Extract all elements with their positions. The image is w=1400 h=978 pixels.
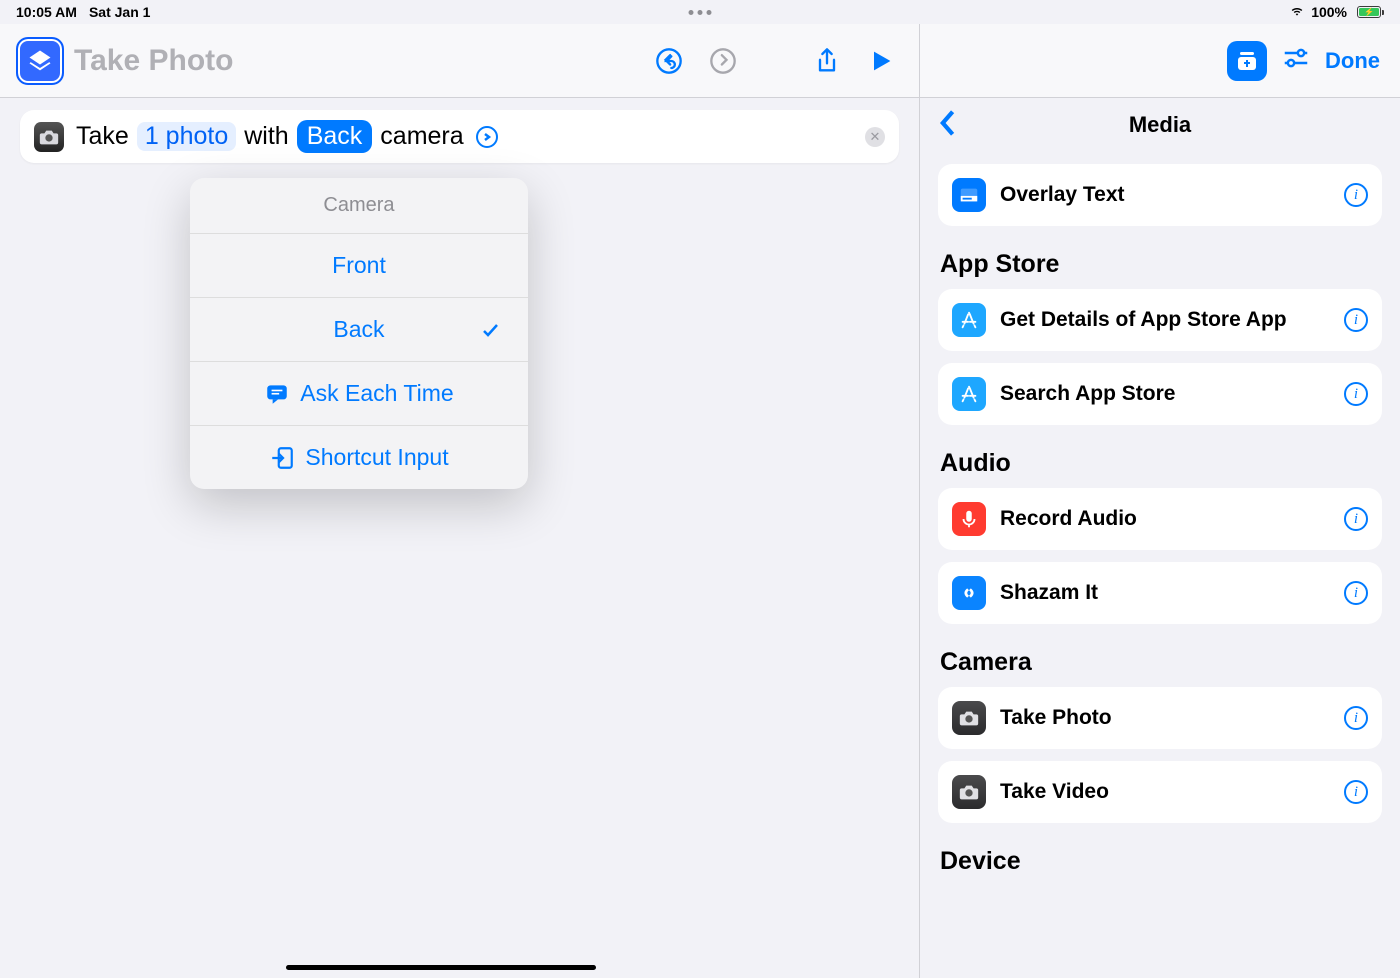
mic-icon bbox=[952, 502, 986, 536]
shortcut-input-option[interactable]: Shortcut Input bbox=[190, 425, 528, 489]
redo-button bbox=[701, 39, 745, 83]
camera-icon bbox=[34, 122, 64, 152]
appstore-icon bbox=[952, 377, 986, 411]
action-label: Record Audio bbox=[1000, 506, 1330, 531]
action-label: Shazam It bbox=[1000, 580, 1330, 605]
action-row[interactable]: Get Details of App Store App i bbox=[938, 289, 1382, 351]
info-button[interactable]: i bbox=[1344, 507, 1368, 531]
wifi-icon bbox=[1289, 4, 1305, 20]
main-toolbar: Take Photo bbox=[0, 24, 919, 98]
action-row[interactable]: Shazam It i bbox=[938, 562, 1382, 624]
action-label: Take Photo bbox=[1000, 705, 1330, 730]
done-button[interactable]: Done bbox=[1325, 48, 1380, 74]
camera-icon bbox=[952, 701, 986, 735]
section-title: App Store bbox=[938, 250, 1382, 279]
appstore-icon bbox=[952, 303, 986, 337]
shortcut-app-icon[interactable] bbox=[16, 37, 64, 85]
action-label: Take Video bbox=[1000, 779, 1330, 804]
section-title: Camera bbox=[938, 648, 1382, 677]
action-label: Overlay Text bbox=[1000, 182, 1330, 207]
share-button[interactable] bbox=[805, 39, 849, 83]
message-icon bbox=[264, 381, 290, 407]
info-button[interactable]: i bbox=[1344, 581, 1368, 605]
overlay-icon bbox=[952, 178, 986, 212]
multitask-dots-icon[interactable] bbox=[689, 10, 712, 15]
remove-action-button[interactable]: ✕ bbox=[865, 127, 885, 147]
input-icon bbox=[269, 445, 295, 471]
action-list[interactable]: Overlay Text i App Store Get Details of App… bbox=[920, 152, 1400, 978]
action-row[interactable]: Search App Store i bbox=[938, 363, 1382, 425]
status-bar: 10:05 AM Sat Jan 1 100% ⚡ bbox=[0, 0, 1400, 24]
action-label: Get Details of App Store App bbox=[1000, 307, 1330, 332]
param-camera[interactable]: Back bbox=[297, 120, 373, 153]
status-time: 10:05 AM bbox=[16, 4, 77, 20]
battery-percent: 100% bbox=[1311, 4, 1347, 20]
action-row[interactable]: Take Video i bbox=[938, 761, 1382, 823]
info-button[interactable]: i bbox=[1344, 706, 1368, 730]
camera-option-back[interactable]: Back bbox=[190, 297, 528, 361]
action-library-button[interactable] bbox=[1227, 41, 1267, 81]
status-date: Sat Jan 1 bbox=[89, 4, 150, 20]
side-nav-header: Media bbox=[920, 98, 1400, 152]
battery-icon: ⚡ bbox=[1353, 6, 1384, 18]
back-button[interactable] bbox=[938, 109, 956, 142]
run-button[interactable] bbox=[859, 39, 903, 83]
category-title: Media bbox=[1129, 112, 1191, 138]
ask-each-time-option[interactable]: Ask Each Time bbox=[190, 361, 528, 425]
action-row[interactable]: Record Audio i bbox=[938, 488, 1382, 550]
undo-button[interactable] bbox=[647, 39, 691, 83]
info-button[interactable]: i bbox=[1344, 183, 1368, 207]
shazam-icon bbox=[952, 576, 986, 610]
section-title: Audio bbox=[938, 449, 1382, 478]
action-label: Search App Store bbox=[1000, 381, 1330, 406]
popover-title: Camera bbox=[190, 178, 528, 233]
section-title: Device bbox=[938, 847, 1382, 876]
info-button[interactable]: i bbox=[1344, 308, 1368, 332]
action-sentence: Take 1 photo with Back camera bbox=[76, 120, 498, 153]
camera-picker-popover: Camera Front Back Ask Each Time Shortcut… bbox=[190, 178, 528, 489]
info-button[interactable]: i bbox=[1344, 382, 1368, 406]
shortcut-title[interactable]: Take Photo bbox=[74, 44, 233, 78]
action-row[interactable]: Take Photo i bbox=[938, 687, 1382, 749]
expand-action-icon[interactable] bbox=[476, 126, 498, 148]
side-toolbar: Done bbox=[920, 24, 1400, 98]
camera-icon bbox=[952, 775, 986, 809]
camera-option-front[interactable]: Front bbox=[190, 233, 528, 297]
settings-sliders-button[interactable] bbox=[1281, 43, 1311, 78]
action-take-photo[interactable]: Take 1 photo with Back camera ✕ bbox=[20, 110, 899, 163]
param-photo-count[interactable]: 1 photo bbox=[137, 122, 236, 151]
home-indicator[interactable] bbox=[286, 965, 596, 970]
action-row[interactable]: Overlay Text i bbox=[938, 164, 1382, 226]
checkmark-icon bbox=[480, 320, 500, 340]
editor-canvas[interactable]: Take 1 photo with Back camera ✕ Camera F… bbox=[0, 98, 919, 978]
info-button[interactable]: i bbox=[1344, 780, 1368, 804]
